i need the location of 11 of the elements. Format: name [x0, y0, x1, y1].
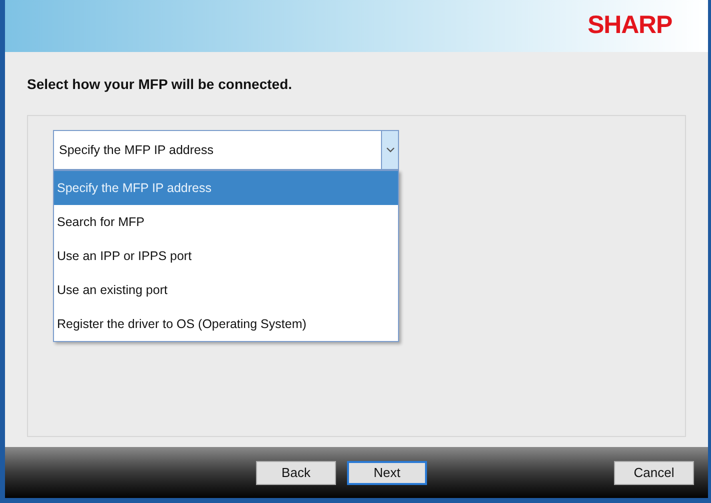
heading: Select how your MFP will be connected. [27, 75, 294, 94]
dropdown-option[interactable]: Use an IPP or IPPS port [54, 239, 398, 273]
wizard-button[interactable]: Back [256, 460, 336, 484]
connection-combo[interactable]: Specify the MFP IP address [53, 130, 399, 170]
dropdown-option[interactable]: Search for MFP [54, 205, 398, 239]
cancel-button[interactable]: Cancel [614, 460, 694, 484]
chevron-down-icon [386, 147, 394, 153]
dropdown-option[interactable]: Use an existing port [54, 273, 398, 307]
wizard-button[interactable]: Next [347, 460, 427, 484]
brand-logo: SHARP [588, 10, 672, 42]
dropdown-option[interactable]: Register the driver to OS (Operating System) [54, 307, 398, 341]
